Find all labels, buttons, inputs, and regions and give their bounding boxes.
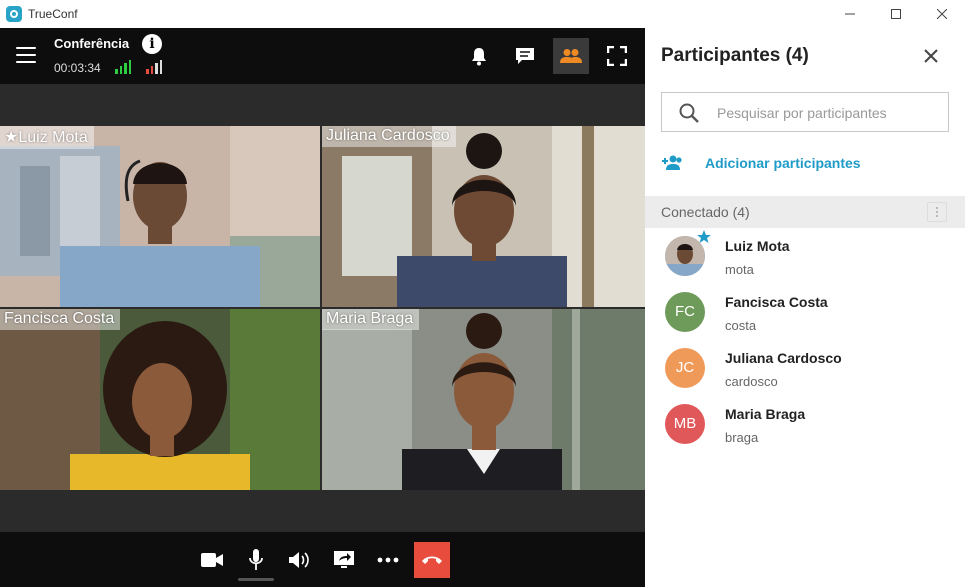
participant-item-luiz-mota[interactable]: Luiz Mota mota xyxy=(645,230,965,286)
video-tile-juliana-cardosco[interactable]: Juliana Cardosco xyxy=(322,126,645,307)
participant-name: Juliana Cardosco xyxy=(725,350,842,366)
title-bar: TrueConf xyxy=(0,0,965,28)
participants-button[interactable] xyxy=(553,38,589,74)
participant-login: braga xyxy=(725,430,759,445)
incoming-signal-icon xyxy=(146,60,162,74)
speaker-icon xyxy=(289,552,309,568)
moderator-star-icon xyxy=(697,230,711,243)
close-window-button[interactable] xyxy=(919,0,965,28)
fullscreen-icon xyxy=(607,46,627,66)
close-icon xyxy=(924,49,938,63)
window-controls xyxy=(827,0,965,28)
connected-section-header: Conectado (4) xyxy=(645,196,965,228)
video-feed-fancisca xyxy=(0,309,320,490)
tile-name: Luiz Mota xyxy=(18,129,88,146)
connected-section-label: Conectado (4) xyxy=(661,204,750,220)
participant-name: Fancisca Costa xyxy=(725,294,828,310)
add-person-icon xyxy=(662,155,682,170)
panel-title: Participantes (4) xyxy=(661,45,809,66)
microphone-level-bar xyxy=(238,578,274,581)
conference-title: Conferência xyxy=(54,36,130,51)
video-feed-luiz xyxy=(0,126,320,307)
hang-up-button[interactable] xyxy=(414,542,450,578)
chat-icon xyxy=(516,48,534,64)
participants-icon xyxy=(560,49,582,63)
fullscreen-button[interactable] xyxy=(599,38,635,74)
call-area: Conferência i 00:03:34 ★Luiz Mota Julian… xyxy=(0,28,645,587)
section-menu-button[interactable] xyxy=(927,202,947,222)
participant-name: Maria Braga xyxy=(725,406,806,422)
avatar: JC xyxy=(665,348,705,388)
app-title: TrueConf xyxy=(28,7,78,21)
participant-login: costa xyxy=(725,318,757,333)
avatar: MB xyxy=(665,404,705,444)
participant-item-fancisca-costa[interactable]: FC Fancisca Costa costa xyxy=(645,286,965,342)
avatar: FC xyxy=(665,292,705,332)
maximize-icon xyxy=(891,9,901,19)
microphone-button[interactable] xyxy=(242,546,270,574)
notifications-button[interactable] xyxy=(461,38,497,74)
video-feed-juliana xyxy=(322,126,645,307)
hang-up-icon xyxy=(422,556,442,564)
participant-name: Luiz Mota xyxy=(725,238,790,254)
search-placeholder: Pesquisar por participantes xyxy=(717,105,887,121)
video-feed-maria xyxy=(322,309,645,490)
call-timer: 00:03:34 xyxy=(54,61,101,75)
hamburger-menu-icon[interactable] xyxy=(16,47,36,63)
add-participants-label: Adicionar participantes xyxy=(705,155,861,171)
tile-name-label: ★Luiz Mota xyxy=(0,126,94,149)
camera-icon xyxy=(201,553,223,567)
video-tile-luiz-mota[interactable]: ★Luiz Mota xyxy=(0,126,320,307)
maximize-button[interactable] xyxy=(873,0,919,28)
video-tile-fancisca-costa[interactable]: Fancisca Costa xyxy=(0,309,320,490)
tile-name-label: Juliana Cardosco xyxy=(322,126,456,147)
participant-login: mota xyxy=(725,262,754,277)
call-top-bar: Conferência i 00:03:34 xyxy=(0,28,645,84)
close-icon xyxy=(937,9,947,19)
bell-icon xyxy=(472,48,486,66)
call-bottom-bar xyxy=(0,532,645,587)
tile-name-label: Maria Braga xyxy=(322,309,420,330)
minimize-button[interactable] xyxy=(827,0,873,28)
participant-login: cardosco xyxy=(725,374,778,389)
outgoing-signal-icon xyxy=(115,60,131,74)
share-screen-button[interactable] xyxy=(330,546,358,574)
participant-item-juliana-cardosco[interactable]: JC Juliana Cardosco cardosco xyxy=(645,342,965,398)
info-icon[interactable]: i xyxy=(142,34,162,54)
more-options-button[interactable] xyxy=(374,546,402,574)
minimize-icon xyxy=(845,13,855,15)
chat-button[interactable] xyxy=(507,38,543,74)
close-panel-button[interactable] xyxy=(921,46,941,66)
microphone-icon xyxy=(249,549,263,570)
video-tile-maria-braga[interactable]: Maria Braga xyxy=(322,309,645,490)
moderator-star-icon: ★ xyxy=(4,129,19,146)
more-icon xyxy=(377,557,399,563)
participant-item-maria-braga[interactable]: MB Maria Braga braga xyxy=(645,398,965,454)
search-icon xyxy=(679,103,699,123)
add-participants-button[interactable]: Adicionar participantes xyxy=(661,152,861,174)
speaker-button[interactable] xyxy=(286,546,314,574)
tile-name-label: Fancisca Costa xyxy=(0,309,121,330)
trueconf-logo-icon xyxy=(6,6,22,22)
share-screen-icon xyxy=(334,551,354,568)
participants-panel: Participantes (4) Pesquisar por particip… xyxy=(645,28,965,587)
participant-search-input[interactable]: Pesquisar por participantes xyxy=(661,92,949,132)
camera-button[interactable] xyxy=(198,546,226,574)
